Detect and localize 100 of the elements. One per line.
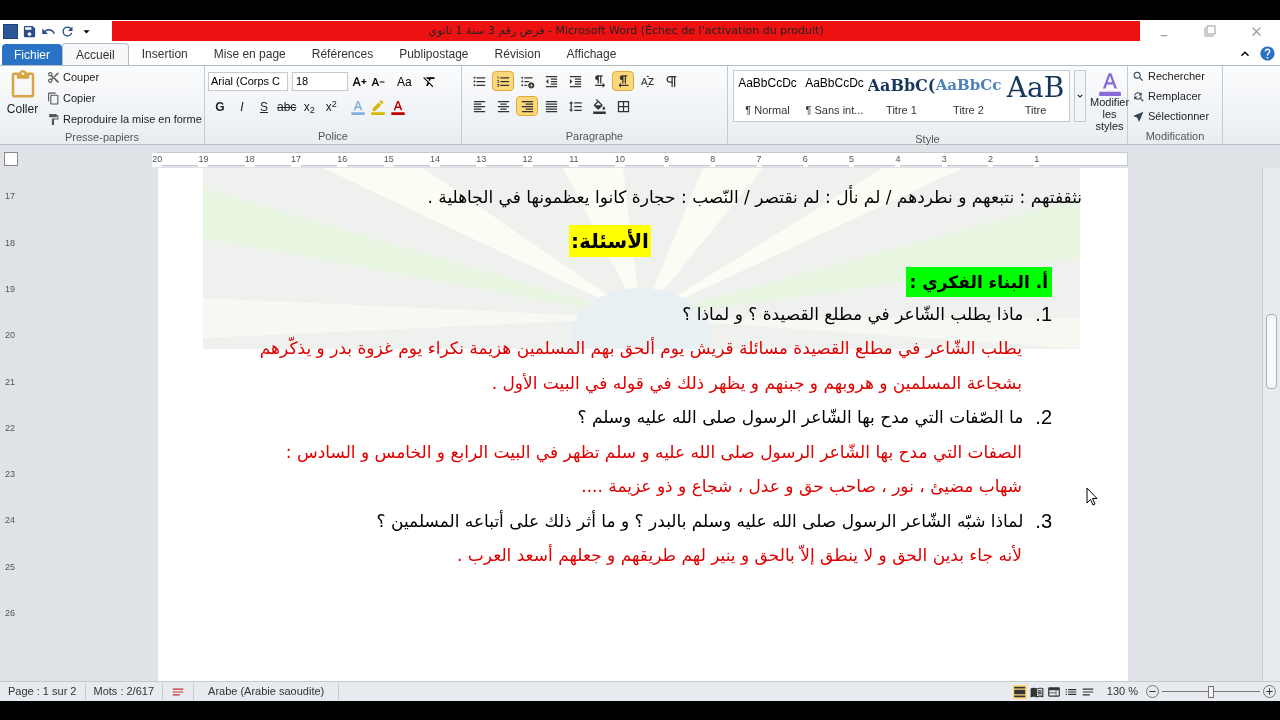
group-label: Modification [1145, 129, 1205, 145]
ribbon-tab[interactable]: Références [298, 43, 387, 65]
format-button[interactable]: S [255, 98, 273, 116]
language-label[interactable]: Arabe (Arabie saoudite) [193, 683, 340, 700]
ribbon-tab[interactable]: Publipostage [386, 43, 482, 65]
style-preview: AaBbCcDc [738, 75, 797, 92]
ruler-corner[interactable] [4, 152, 18, 166]
style-item[interactable]: AaBbCcDc ¶ Sans int... [801, 71, 868, 121]
ruler-number: 26 [5, 607, 15, 621]
ruler-number: 9 [663, 153, 669, 167]
clipboard-button[interactable]: Couper [45, 67, 204, 88]
paint-bucket-icon [591, 98, 607, 114]
letter-a-icon [1096, 70, 1123, 96]
style-preview: AaBbCc [935, 75, 1002, 96]
clear-format-icon[interactable] [421, 74, 437, 89]
ruler-number: 16 [337, 153, 348, 167]
ruler-number: 8 [710, 153, 716, 167]
question-text: لماذا شبّه الشّاعر الرسول صلى الله عليه وسلم بالبدر ؟ و ما أثر ذلك على أتباعه المسلمين ؟ [376, 509, 1024, 533]
section-heading: أ. البناء الفكري : [905, 266, 1052, 297]
ruler-number: 10 [615, 153, 626, 167]
format-button[interactable]: x$^{2}$ [322, 98, 341, 116]
pilcrow-icon [663, 73, 679, 89]
ribbon-tab[interactable]: Mise en page [200, 43, 299, 65]
style-name: Titre 2 [953, 102, 984, 118]
grow-font-icon[interactable] [352, 74, 367, 89]
ruler-number: 12 [522, 153, 533, 167]
format-button[interactable]: I [233, 98, 251, 116]
answer-text: يطلب الشّاعر في مطلع القصيدة مسائلة قريش يوم ألحق بهم المسلمين هزيمة نكراء يوم غزوة بدر و يذكّرهم بشجاعة المسلمين و هروبهم و جبنهم و يظهر ذلك في قوله في البيت الأول . [258, 335, 1022, 396]
numbered-list-button[interactable] [492, 71, 514, 91]
change-case-button[interactable]: Aa [397, 72, 412, 91]
ruler-number: 19 [5, 283, 15, 296]
increase-indent-icon [567, 73, 583, 89]
ruler-number: 11 [569, 153, 579, 167]
paste-button[interactable]: Coller [0, 66, 45, 130]
style-preview: AaB [1006, 74, 1065, 102]
help-icon[interactable] [1259, 45, 1276, 62]
cursor-icon [1132, 109, 1145, 123]
sort-icon [639, 73, 655, 89]
ruler-number: 1 [1034, 153, 1040, 167]
page-count[interactable]: Page : 1 sur 2 [0, 683, 86, 700]
question-text: ماذا يطلب الشّاعر في مطلع القصيدة ؟ و لماذا ؟ [682, 302, 1024, 327]
list-number: 2. [1035, 405, 1052, 430]
ruler-number: 14 [429, 153, 440, 167]
print-layout-icon[interactable] [1012, 684, 1027, 699]
ruler-number: 20 [5, 329, 15, 343]
ruler-number: 21 [5, 375, 15, 389]
replace-icon [1132, 89, 1145, 103]
ribbon-tab[interactable]: Révision [481, 43, 554, 65]
scrollbar-thumb[interactable] [1266, 314, 1277, 389]
format-button[interactable]: G [211, 98, 229, 116]
file-tab[interactable]: Fichier [2, 44, 62, 65]
clipboard-button[interactable]: Copier [45, 88, 204, 109]
ruler-number: 17 [291, 153, 302, 167]
word-logo-icon[interactable] [3, 23, 18, 39]
save-icon[interactable] [22, 23, 37, 39]
word-count[interactable]: Mots : 2/617 [85, 683, 164, 700]
style-item[interactable]: AaBbCc Titre 2 [935, 71, 1002, 121]
style-item[interactable]: AaB Titre [1002, 71, 1069, 121]
zoom-slider-thumb[interactable] [1208, 685, 1214, 698]
group-label: Style [915, 132, 940, 148]
zoom-in-icon[interactable] [1263, 685, 1276, 698]
align-right-button[interactable] [516, 96, 538, 116]
scissors-icon [47, 71, 60, 84]
style-name: ¶ Sans int... [805, 102, 864, 118]
mouse-pointer-icon [1086, 487, 1098, 506]
font-name-field[interactable]: Arial (Corps C [208, 72, 288, 91]
list-number: 1. [1035, 301, 1052, 327]
style-name: Titre 1 [886, 102, 917, 118]
style-item[interactable]: AaBbC( Titre 1 [868, 71, 935, 121]
format-button[interactable]: x$_{2}$ [300, 98, 319, 116]
borders-icon [615, 98, 631, 114]
align-center-icon [495, 98, 511, 114]
style-name: ¶ Normal [745, 102, 790, 118]
editing-button[interactable]: Rechercher [1132, 66, 1218, 86]
font-color-icon[interactable] [390, 99, 407, 115]
question-text: ما الصّفات التي مدح بها الشّاعر الرسول صلى الله عليه وسلم ؟ [577, 406, 1024, 430]
justify-icon [543, 98, 559, 114]
zoom-slider[interactable] [1162, 684, 1260, 699]
editing-button[interactable]: Sélectionner [1132, 106, 1218, 126]
vertical-scrollbar[interactable] [1262, 168, 1280, 681]
ruler-number: 3 [941, 153, 947, 167]
ribbon-tab[interactable]: Affichage [553, 43, 630, 65]
editing-button[interactable]: Remplacer [1132, 86, 1218, 106]
format-button[interactable]: abc [277, 98, 297, 116]
ribbon-tab[interactable]: Insertion [128, 43, 201, 65]
ruler-number: 5 [849, 153, 855, 167]
align-right-icon [519, 98, 535, 114]
clipboard-button[interactable]: Reproduire la mise en forme [45, 109, 204, 130]
ruler-number: 19 [198, 153, 209, 167]
answer-text: لأنه جاء بدين الحق و لا ينطق إلاّ بالحق و ينير لهم طريقهم و جعلهم أسعد العرب . [456, 543, 1022, 568]
list-number: 3. [1035, 508, 1052, 534]
zoom-level[interactable]: 130 % [1106, 683, 1138, 700]
ruler-number: 17 [5, 190, 15, 204]
modify-styles-button[interactable]: Modifier les styles [1090, 70, 1130, 132]
ribbon-tab[interactable]: Accueil [62, 43, 129, 65]
web-layout-icon[interactable] [1046, 684, 1061, 699]
style-item[interactable]: AaBbCcDc ¶ Normal [734, 71, 801, 121]
right-to-left-button[interactable] [612, 71, 634, 91]
font-size-field[interactable]: 18 [292, 72, 348, 91]
ruler-number: 6 [802, 153, 808, 167]
